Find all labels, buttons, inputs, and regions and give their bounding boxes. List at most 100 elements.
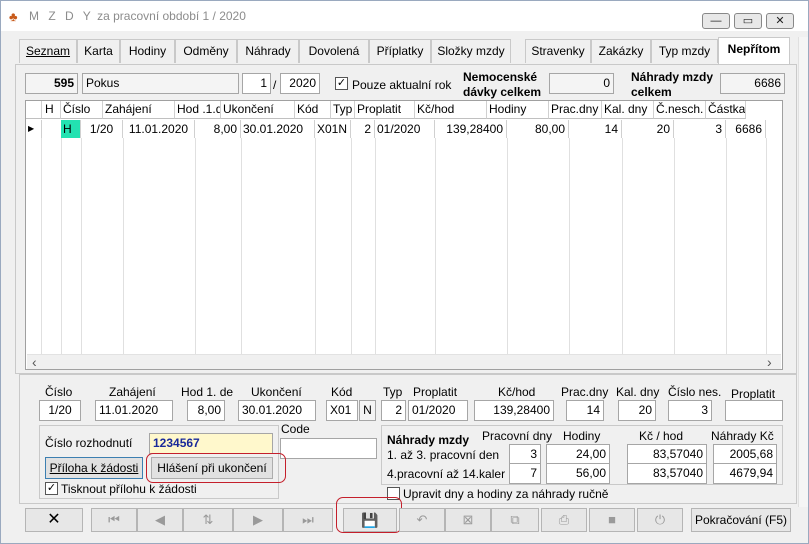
attachment-button[interactable]: Příloha k žádosti: [45, 457, 143, 479]
last-record-icon[interactable]: ⏭: [283, 508, 333, 532]
col-header-prac-dny[interactable]: Prac.dny: [549, 101, 602, 119]
scroll-right-icon[interactable]: ›: [767, 354, 772, 370]
undo-icon[interactable]: ↶: [399, 508, 445, 532]
only-current-year-checkbox[interactable]: ✓: [335, 77, 348, 90]
field-kal-dny[interactable]: 20: [618, 400, 656, 421]
col-header-hod1d[interactable]: Hod .1.d: [175, 101, 221, 119]
tab-neprítom[interactable]: Nepřítom: [718, 37, 790, 65]
tab-typ-mzdy[interactable]: Typ mzdy: [651, 39, 718, 63]
maximize-button[interactable]: ▭: [734, 13, 762, 29]
delete-icon[interactable]: ⊠: [445, 508, 491, 532]
field-proplatit-2[interactable]: [725, 400, 783, 421]
col-header-castka[interactable]: Částka: [706, 101, 746, 119]
tab-seznam[interactable]: Seznam: [19, 39, 77, 63]
field-ukonceni[interactable]: 30.01.2020: [238, 400, 316, 421]
grid-line: [81, 138, 82, 354]
comp-row-1-rate[interactable]: 83,57040: [627, 444, 707, 465]
continue-button[interactable]: Pokračování (F5): [691, 508, 791, 532]
col-header-kc-hod[interactable]: Kč/hod: [415, 101, 487, 119]
field-kc-hod[interactable]: 139,28400: [474, 400, 554, 421]
minimize-button[interactable]: —: [702, 13, 730, 29]
tab-stravenky[interactable]: Stravenky: [525, 39, 591, 63]
grid-line: [123, 138, 124, 354]
print-icon[interactable]: ⎙: [541, 508, 587, 532]
col-header-proplatit[interactable]: Proplatit: [355, 101, 415, 119]
field-cislo[interactable]: 1/20: [39, 400, 81, 421]
col-header-p[interactable]: P: [26, 101, 42, 119]
cell-kod[interactable]: X01N: [315, 120, 351, 138]
tab-dovolena[interactable]: Dovolená: [299, 39, 369, 63]
col-header-hodiny[interactable]: Hodiny: [487, 101, 549, 119]
scroll-left-icon[interactable]: ‹: [32, 354, 37, 370]
col-header-kod[interactable]: Kód: [295, 101, 331, 119]
col-header-kal-dny[interactable]: Kal. dny: [602, 101, 654, 119]
field-kod[interactable]: X01: [326, 400, 358, 421]
cell-ukonceni[interactable]: 30.01.2020: [241, 120, 315, 138]
code-label: Code: [281, 422, 310, 436]
sort-icon[interactable]: ⇅: [183, 508, 233, 532]
cell-zahajeni[interactable]: 11.01.2020: [123, 120, 195, 138]
code-field[interactable]: [280, 438, 377, 459]
col-header-zahajeni[interactable]: Zahájení: [103, 101, 175, 119]
comp-row-1-hours[interactable]: 24,00: [546, 444, 610, 465]
absence-grid[interactable]: P H Číslo Zahájení Hod .1.d Ukončení Kód…: [25, 100, 783, 370]
previous-record-icon[interactable]: ◀: [137, 508, 183, 532]
close-icon[interactable]: ✕: [25, 508, 83, 532]
app-icon: ♣: [9, 9, 18, 24]
col-header-h[interactable]: H: [41, 101, 61, 119]
copy-icon[interactable]: ⧉: [491, 508, 539, 532]
tab-slozky-mzdy[interactable]: Složky mzdy: [431, 39, 511, 63]
field-typ[interactable]: 2: [381, 400, 406, 421]
power-icon[interactable]: ⏻: [637, 508, 683, 532]
cell-kc-hod[interactable]: 139,28400: [435, 120, 507, 138]
cell-proplatit[interactable]: 01/2020: [375, 120, 435, 138]
tab-zakazky[interactable]: Zakázky: [591, 39, 651, 63]
tab-priplatky[interactable]: Příplatky: [369, 39, 431, 63]
print-attachment-checkbox[interactable]: ✓: [45, 482, 58, 495]
period-month-field[interactable]: 1: [242, 73, 271, 94]
col-header-cislo[interactable]: Číslo: [61, 101, 103, 119]
field-zahajeni[interactable]: 11.01.2020: [95, 400, 173, 421]
cell-castka[interactable]: 6686: [726, 120, 766, 138]
app-name: M Z D Y: [29, 9, 94, 23]
cell-p[interactable]: ✓: [41, 120, 42, 138]
field-prac-dny[interactable]: 14: [566, 400, 604, 421]
cell-h[interactable]: H: [61, 120, 81, 138]
comp-row-2-days[interactable]: 7: [509, 463, 541, 484]
comp-header-hours: Hodiny: [563, 429, 601, 443]
comp-row-2-amount[interactable]: 4679,94: [713, 463, 777, 484]
tab-nahrady[interactable]: Náhrady: [237, 39, 299, 63]
label-ukonceni: Ukončení: [251, 385, 302, 399]
window-scrollbar[interactable]: [798, 37, 808, 507]
horizontal-scrollbar[interactable]: ‹ ›: [27, 354, 781, 370]
comp-row-2-rate[interactable]: 83,57040: [627, 463, 707, 484]
next-record-icon[interactable]: ▶: [233, 508, 283, 532]
tab-karta[interactable]: Karta: [77, 39, 120, 63]
cell-hod1d[interactable]: 8,00: [195, 120, 241, 138]
cell-cislo[interactable]: 1/20: [81, 120, 123, 138]
comp-row-1-days[interactable]: 3: [509, 444, 541, 465]
cell-typ[interactable]: 2: [351, 120, 375, 138]
period-year-field[interactable]: 2020: [280, 73, 320, 94]
comp-row-2-hours[interactable]: 56,00: [546, 463, 610, 484]
label-typ: Typ: [383, 385, 403, 399]
field-hod1de[interactable]: 8,00: [187, 400, 225, 421]
col-header-typ[interactable]: Typ: [331, 101, 355, 119]
field-proplatit[interactable]: 01/2020: [408, 400, 468, 421]
label-cislo: Číslo: [45, 385, 73, 399]
cell-hodiny[interactable]: 80,00: [507, 120, 569, 138]
field-cislo-nes[interactable]: 3: [668, 400, 712, 421]
grid-line: [351, 138, 352, 354]
cell-kal-dny[interactable]: 20: [622, 120, 674, 138]
decision-number-field[interactable]: 1234567: [149, 433, 273, 454]
col-header-ukonceni[interactable]: Ukončení: [221, 101, 295, 119]
cell-prac-dny[interactable]: 14: [569, 120, 622, 138]
tab-odmeny[interactable]: Odměny: [175, 39, 237, 63]
col-header-c-nesch[interactable]: Č.nesch.: [654, 101, 706, 119]
stop-icon[interactable]: ■: [589, 508, 635, 532]
tab-hodiny[interactable]: Hodiny: [120, 39, 175, 63]
close-window-button[interactable]: ✕: [766, 13, 794, 29]
comp-row-1-amount[interactable]: 2005,68: [713, 444, 777, 465]
cell-c-nesch[interactable]: 3: [674, 120, 726, 138]
first-record-icon[interactable]: ⏮: [91, 508, 137, 532]
